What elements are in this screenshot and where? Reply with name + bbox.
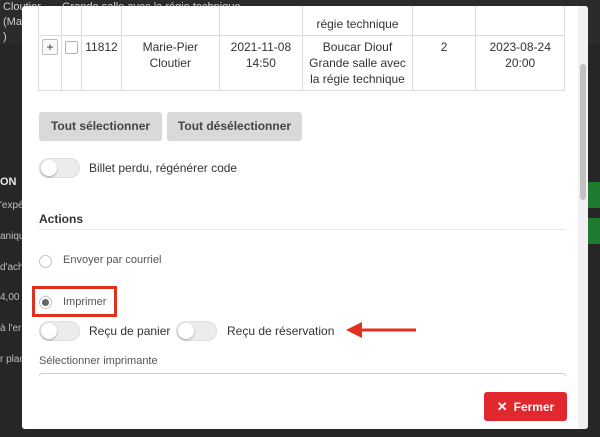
background-text: à l'er [0,323,22,334]
customer-name: Marie-Pier Cloutier [120,35,220,91]
lost-ticket-label: Billet perdu, régénérer code [89,161,238,175]
reservation-receipt-label: Reçu de réservation [227,324,335,338]
scrollbar-thumb[interactable] [580,64,586,200]
cart-receipt-label: Reçu de panier [89,324,171,338]
table-row: + 11812 Marie-Pier Cloutier 2021-11-08 1… [38,35,565,91]
divider [39,229,566,230]
ticket-id: 11812 [81,35,122,91]
table-row: régie technique [38,6,565,36]
table-cell [61,6,82,36]
background-text: ) [3,31,7,43]
tickets-table: régie technique + 11812 Marie-Pier Clout… [38,6,565,91]
table-cell [120,6,220,36]
modal-body: régie technique + 11812 Marie-Pier Clout… [22,6,588,376]
modal-footer: ✕ Fermer [22,376,578,429]
ticket-modal: régie technique + 11812 Marie-Pier Clout… [22,6,588,429]
table-cell [81,6,122,36]
background-text: d'ach [0,262,24,273]
purchase-date: 2021-11-08 14:50 [218,35,304,91]
deselect-all-button[interactable]: Tout désélectionner [167,112,302,141]
select-all-button[interactable]: Tout sélectionner [39,112,162,141]
actions-title: Actions [39,212,84,226]
close-icon: ✕ [496,399,508,414]
background-text: ON [0,176,17,188]
close-button[interactable]: ✕ Fermer [484,392,567,421]
ticket-quantity: 2 [411,35,477,91]
background-text: aniqu [0,231,25,242]
highlight-annotation [32,286,117,317]
background-text: 4,00 [0,292,20,303]
table-cell [411,6,477,36]
table-cell [61,35,82,91]
table-cell: + [38,35,62,91]
lost-ticket-toggle[interactable] [39,158,80,178]
background-text: r plac [0,354,25,365]
table-cell [38,6,62,36]
event-location: Boucar Diouf Grande salle avec la régie … [302,35,413,91]
location-text: régie technique [316,17,399,31]
close-button-label: Fermer [513,400,555,414]
background-text: 'expé [0,200,24,211]
row-checkbox[interactable] [65,41,78,54]
expand-row-button[interactable]: + [42,39,58,55]
arrow-annotation-icon [346,322,416,338]
event-date: 2023-08-24 20:00 [475,35,565,91]
table-cell: régie technique [302,6,413,36]
printer-label: Sélectionner imprimante [39,355,158,367]
email-radio[interactable] [39,255,52,268]
scrollbar[interactable] [578,6,588,429]
table-cell [218,6,304,36]
table-cell [475,6,565,36]
cart-receipt-toggle[interactable] [39,321,80,341]
email-option-label: Envoyer par courriel [63,254,162,266]
reservation-receipt-toggle[interactable] [176,321,217,341]
background-text: (Ma [3,16,22,28]
